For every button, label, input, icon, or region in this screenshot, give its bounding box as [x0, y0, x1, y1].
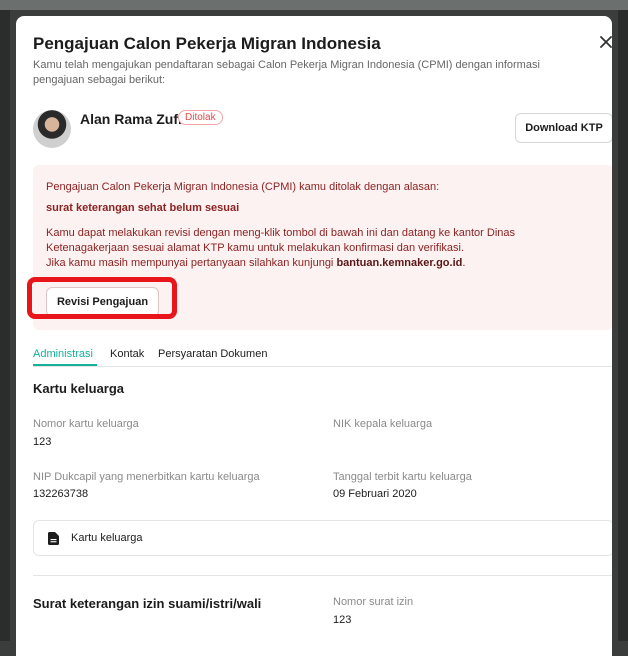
field-value-nomor-kk: 123: [33, 436, 52, 448]
field-value-nip-dukcapil: 132263738: [33, 488, 89, 500]
download-ktp-button[interactable]: Download KTP: [515, 113, 612, 143]
file-card-kartu-keluarga[interactable]: Kartu keluarga: [33, 520, 612, 556]
backdrop-right: [618, 10, 628, 641]
user-name: Alan Rama Zufri: [80, 111, 188, 127]
close-icon[interactable]: [596, 32, 612, 52]
avatar: [33, 110, 71, 148]
document-icon: [48, 532, 59, 545]
modal-title: Pengajuan Calon Pekerja Migran Indonesia: [33, 34, 381, 53]
help-link[interactable]: bantuan.kemnaker.go.id: [336, 257, 462, 269]
backdrop-top-strip: [0, 0, 628, 10]
rejection-reason: surat keterangan sehat belum sesuai: [46, 202, 240, 214]
alert-instruction-1: Kamu dapat melakukan revisi dengan meng-…: [46, 227, 515, 239]
cpmi-submission-modal: Pengajuan Calon Pekerja Migran Indonesia…: [16, 16, 612, 656]
alert-intro: Pengajuan Calon Pekerja Migran Indonesia…: [46, 181, 440, 193]
field-value-tanggal-terbit: 09 Februari 2020: [333, 488, 417, 500]
backdrop-left: [0, 10, 10, 641]
alert-help-text: Jika kamu masih mempunyai pertanyaan sil…: [46, 257, 337, 269]
field-label-tanggal-terbit: Tanggal terbit kartu keluarga: [333, 471, 472, 483]
field-label-nomor-surat-izin: Nomor surat izin: [333, 596, 414, 608]
section-title-surat-izin: Surat keterangan izin suami/istri/wali: [33, 596, 262, 611]
tab-persyaratan-dokumen[interactable]: Persyaratan Dokumen: [158, 348, 267, 360]
modal-subtitle: Kamu telah mengajukan pendaftaran sebaga…: [33, 59, 540, 86]
tab-kontak[interactable]: Kontak: [110, 348, 144, 360]
file-name: Kartu keluarga: [71, 532, 143, 544]
alert-instruction-2: Ketenagakerjaan sesuai alamat KTP kamu u…: [46, 242, 465, 254]
field-label-nik-kepala: NIK kepala keluarga: [333, 418, 433, 430]
status-badge: Ditolak: [178, 110, 223, 125]
active-tab-indicator: [33, 364, 97, 366]
field-value-nomor-surat-izin: 123: [333, 614, 352, 626]
field-label-nip-dukcapil: NIP Dukcapil yang menerbitkan kartu kelu…: [33, 471, 260, 483]
section-divider: [33, 575, 612, 576]
highlight-box: [27, 277, 177, 319]
field-label-nomor-kk: Nomor kartu keluarga: [33, 418, 139, 430]
tab-administrasi[interactable]: Administrasi: [33, 348, 93, 360]
alert-help-suffix: .: [462, 257, 466, 269]
alert-help: Jika kamu masih mempunyai pertanyaan sil…: [46, 256, 606, 271]
tab-bar: Administrasi Kontak Persyaratan Dokumen: [33, 346, 612, 367]
section-title-kartu-keluarga: Kartu keluarga: [33, 381, 125, 396]
